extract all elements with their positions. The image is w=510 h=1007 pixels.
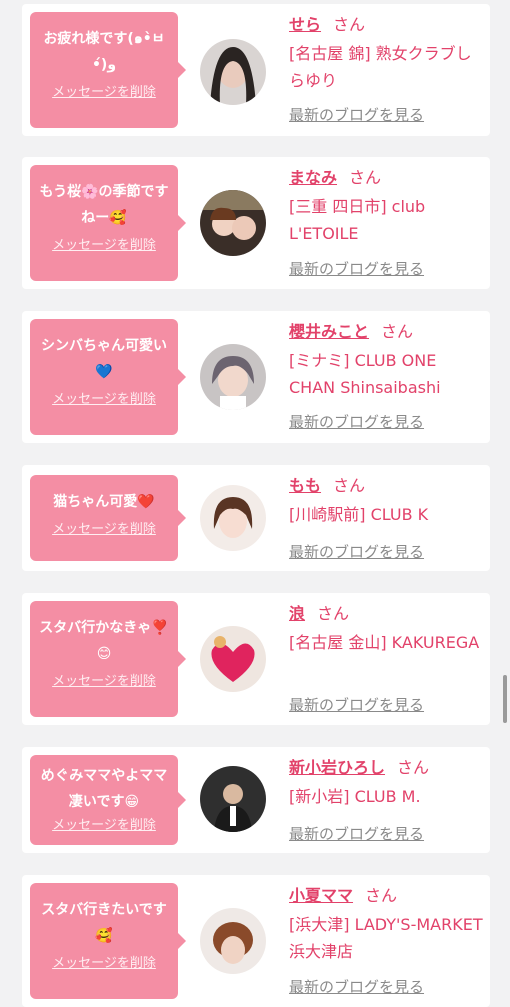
message-card: 猫ちゃん可愛❤️ メッセージを削除 もも さん [川崎駅前] CLUB K 最新の… bbox=[22, 465, 490, 571]
shop-label: [ミナミ] CLUB ONE CHAN Shinsaibashi bbox=[289, 351, 441, 397]
delete-message-link[interactable]: メッセージを削除 bbox=[38, 521, 170, 539]
profile-name-link[interactable]: せら bbox=[289, 15, 321, 34]
delete-message-link[interactable]: メッセージを削除 bbox=[38, 955, 170, 973]
profile-name-link[interactable]: 新小岩ひろし bbox=[289, 758, 385, 777]
honorific: さん bbox=[365, 886, 398, 905]
scrollbar[interactable] bbox=[503, 675, 507, 723]
message-text: スタバ行かなきゃ❣️😊 bbox=[39, 620, 169, 662]
profile-info: 新小岩ひろし さん [新小岩] CLUB M. bbox=[289, 757, 484, 810]
latest-blog-link[interactable]: 最新のブログを見る bbox=[289, 541, 424, 562]
message-bubble: シンバちゃん可愛い💙 メッセージを削除 bbox=[30, 319, 186, 435]
avatar[interactable] bbox=[200, 190, 266, 256]
profile-info: 小夏ママ さん [浜大津] LADY'S-MARKET 浜大津店 bbox=[289, 885, 484, 965]
avatar[interactable] bbox=[200, 39, 266, 105]
message-text: 猫ちゃん可愛❤️ bbox=[53, 494, 155, 510]
profile-name-link[interactable]: もも bbox=[289, 476, 321, 495]
profile-info: 浪さん [名古屋 金山] KAKUREGA bbox=[289, 603, 484, 656]
profile-name-link[interactable]: 浪 bbox=[289, 604, 305, 623]
message-text: シンバちゃん可愛い💙 bbox=[41, 338, 167, 380]
message-text: もう桜🌸の季節ですねー🥰 bbox=[39, 184, 169, 226]
shop-label: [川崎駅前] CLUB K bbox=[289, 505, 429, 524]
delete-message-link[interactable]: メッセージを削除 bbox=[38, 817, 170, 835]
avatar[interactable] bbox=[200, 766, 266, 832]
message-bubble: スタバ行きたいです🥰 メッセージを削除 bbox=[30, 883, 186, 999]
message-card: スタバ行かなきゃ❣️😊 メッセージを削除 浪さん [名古屋 金山] KAKURE… bbox=[22, 593, 490, 725]
message-text: スタバ行きたいです🥰 bbox=[41, 902, 167, 944]
message-bubble: スタバ行かなきゃ❣️😊 メッセージを削除 bbox=[30, 601, 186, 717]
avatar[interactable] bbox=[200, 485, 266, 551]
honorific: さん bbox=[333, 476, 366, 495]
latest-blog-link[interactable]: 最新のブログを見る bbox=[289, 976, 424, 997]
honorific: さん bbox=[317, 604, 350, 623]
shop-label: [名古屋 金山] KAKUREGA bbox=[289, 633, 480, 652]
latest-blog-link[interactable]: 最新のブログを見る bbox=[289, 694, 424, 715]
honorific: さん bbox=[333, 15, 366, 34]
message-bubble: もう桜🌸の季節ですねー🥰 メッセージを削除 bbox=[30, 165, 186, 281]
delete-message-link[interactable]: メッセージを削除 bbox=[38, 673, 170, 691]
shop-label: [新小岩] CLUB M. bbox=[289, 787, 421, 806]
message-card: スタバ行きたいです🥰 メッセージを削除 小夏ママ さん [浜大津] LADY'S-… bbox=[22, 875, 490, 1007]
message-text: めぐみママやよママ凄いです😁 bbox=[40, 768, 168, 810]
latest-blog-link[interactable]: 最新のブログを見る bbox=[289, 258, 424, 279]
latest-blog-link[interactable]: 最新のブログを見る bbox=[289, 411, 424, 432]
profile-info: まなみ さん [三重 四日市] club L'ETOILE bbox=[289, 167, 484, 247]
message-bubble: 猫ちゃん可愛❤️ メッセージを削除 bbox=[30, 475, 186, 561]
latest-blog-link[interactable]: 最新のブログを見る bbox=[289, 823, 424, 844]
shop-label: [三重 四日市] club L'ETOILE bbox=[289, 197, 426, 243]
shop-label: [浜大津] LADY'S-MARKET 浜大津店 bbox=[289, 915, 483, 961]
honorific: さん bbox=[397, 758, 430, 777]
message-card: めぐみママやよママ凄いです😁 メッセージを削除 新小岩ひろし さん [新小岩] C… bbox=[22, 747, 490, 853]
avatar[interactable] bbox=[200, 908, 266, 974]
delete-message-link[interactable]: メッセージを削除 bbox=[38, 84, 170, 102]
honorific: さん bbox=[349, 168, 382, 187]
profile-info: 櫻井みこと さん [ミナミ] CLUB ONE CHAN Shinsaibashi bbox=[289, 321, 484, 401]
message-bubble: めぐみママやよママ凄いです😁 メッセージを削除 bbox=[30, 755, 186, 845]
message-card: もう桜🌸の季節ですねー🥰 メッセージを削除 まなみ さん [三重 四日市] clu… bbox=[22, 157, 490, 289]
delete-message-link[interactable]: メッセージを削除 bbox=[38, 237, 170, 255]
message-card: お疲れ様です(๑•̀ㅂ•́)و メッセージを削除 せら さん [名古屋 錦] 熟女… bbox=[22, 4, 490, 136]
profile-info: せら さん [名古屋 錦] 熟女クラブしらゆり bbox=[289, 14, 484, 94]
delete-message-link[interactable]: メッセージを削除 bbox=[38, 391, 170, 409]
honorific: さん bbox=[381, 322, 414, 341]
message-bubble: お疲れ様です(๑•̀ㅂ•́)و メッセージを削除 bbox=[30, 12, 186, 128]
profile-name-link[interactable]: 櫻井みこと bbox=[289, 322, 369, 341]
avatar[interactable] bbox=[200, 626, 266, 692]
message-card: シンバちゃん可愛い💙 メッセージを削除 櫻井みこと さん [ミナミ] CLUB O… bbox=[22, 311, 490, 443]
shop-label: [名古屋 錦] 熟女クラブしらゆり bbox=[289, 44, 472, 90]
profile-name-link[interactable]: まなみ bbox=[289, 168, 337, 187]
avatar[interactable] bbox=[200, 344, 266, 410]
message-text: お疲れ様です(๑•̀ㅂ•́)و bbox=[43, 31, 165, 73]
profile-info: もも さん [川崎駅前] CLUB K bbox=[289, 475, 484, 528]
profile-name-link[interactable]: 小夏ママ bbox=[289, 886, 353, 905]
latest-blog-link[interactable]: 最新のブログを見る bbox=[289, 104, 424, 125]
